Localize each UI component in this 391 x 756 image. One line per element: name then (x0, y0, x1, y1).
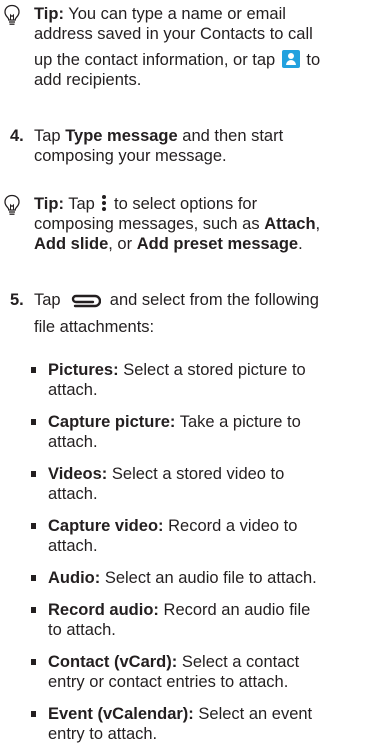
step-number: 4. (10, 127, 24, 145)
tip-text: Tip: Tap to select options for composing… (34, 194, 321, 253)
list-item: Capture video: Record a video to attach. (31, 516, 383, 556)
tip-label: Tip: (34, 5, 64, 23)
bullet-icon (31, 711, 36, 717)
manual-page: Tip: You can type a name or email addres… (0, 0, 391, 743)
bullet-icon (31, 419, 36, 425)
step-5: 5. Tap and select from the following fil… (10, 291, 319, 336)
tip-options: Tip: Tap to select options for composing… (4, 194, 383, 254)
list-item: Pictures: Select a stored picture to atta… (31, 360, 383, 400)
lightbulb-icon (4, 194, 20, 215)
bullet-icon (31, 471, 36, 477)
tip-contacts: Tip: You can type a name or email addres… (4, 4, 383, 90)
step-4: 4. Tap Type message and then start compo… (10, 127, 284, 165)
more-options-icon[interactable] (100, 194, 108, 212)
contacts-icon[interactable] (281, 50, 300, 68)
list-item: Record audio: Record an audio file to att… (31, 600, 383, 640)
attachment-options-list: Pictures: Select a stored picture to atta… (31, 360, 383, 756)
bullet-icon (31, 367, 36, 373)
bullet-icon (31, 575, 36, 581)
tip-label: Tip: (34, 195, 64, 213)
list-item: Videos: Select a stored video to attach. (31, 464, 383, 504)
list-item: Capture picture: Take a picture to attach… (31, 412, 383, 452)
bullet-icon (31, 607, 36, 613)
paperclip-icon[interactable] (69, 293, 102, 309)
lightbulb-icon (4, 4, 20, 25)
list-item: Contact (vCard): Select a contact entry o… (31, 652, 383, 692)
tip-text: Tip: You can type a name or email addres… (34, 5, 321, 89)
list-item: Event (vCalendar): Select an event entry … (31, 704, 383, 744)
bullet-icon (31, 659, 36, 665)
step-number: 5. (10, 291, 24, 309)
list-item: Audio: Select an audio file to attach. (31, 568, 383, 588)
bullet-icon (31, 523, 36, 529)
